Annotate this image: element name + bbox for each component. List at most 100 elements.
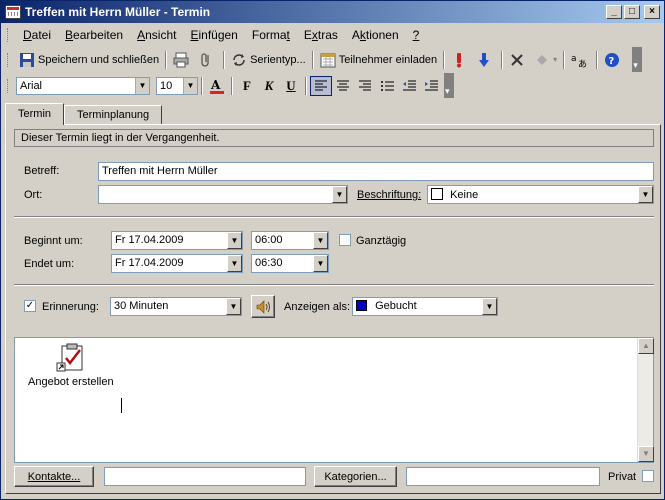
paperclip-icon: [198, 52, 214, 68]
outdent-icon: [403, 80, 416, 90]
translate-button[interactable]: aあ: [568, 50, 593, 70]
underline-button[interactable]: U: [280, 76, 302, 96]
decrease-indent-button[interactable]: [398, 76, 420, 96]
invite-attendees-button[interactable]: Teilnehmer einladen: [317, 50, 440, 70]
chevron-down-icon[interactable]: ▼: [313, 232, 328, 249]
calendar-icon: [5, 5, 21, 19]
categories-input[interactable]: [406, 467, 600, 486]
exclamation-icon: [451, 52, 467, 68]
toolbar-options[interactable]: [444, 73, 454, 98]
separator: [501, 50, 504, 69]
delete-button[interactable]: [506, 50, 531, 70]
italic-button[interactable]: K: [258, 76, 280, 96]
minimize-button[interactable]: _: [606, 5, 622, 19]
toolbar-grip[interactable]: [7, 28, 10, 42]
tab-termin[interactable]: Termin: [5, 103, 65, 125]
align-right-icon: [359, 80, 371, 90]
bullet-list-icon: [381, 80, 394, 91]
attachment-shortcut[interactable]: [55, 343, 87, 376]
menu-extras[interactable]: Extras: [297, 28, 345, 42]
separator: [231, 76, 233, 95]
help-icon: ?: [604, 52, 620, 68]
notes-scrollbar[interactable]: ▲ ▼: [637, 338, 654, 462]
separator: [443, 50, 446, 69]
font-name-select[interactable]: Arial ▼: [16, 76, 150, 95]
align-left-button[interactable]: [310, 75, 332, 96]
svg-text:A: A: [210, 78, 221, 92]
toolbar-grip[interactable]: [7, 78, 10, 93]
chevron-down-icon[interactable]: ▼: [227, 255, 242, 272]
showas-select[interactable]: Gebucht ▼: [352, 297, 498, 316]
font-color-icon: A: [210, 78, 224, 94]
font-color-button[interactable]: A: [206, 76, 228, 96]
menu-ansicht[interactable]: Ansicht: [130, 28, 183, 42]
svg-text:a: a: [571, 54, 577, 64]
label-select[interactable]: Keine ▼: [427, 185, 654, 204]
start-time-input[interactable]: 06:00 ▼: [251, 231, 329, 250]
reminder-checkbox[interactable]: ✓: [24, 300, 36, 312]
formatting-toolbar: Arial ▼ 10 ▼ A F K U: [1, 73, 664, 98]
scroll-up-icon[interactable]: ▲: [638, 338, 654, 354]
print-button[interactable]: [170, 50, 195, 70]
menu-einfuegen[interactable]: Einfügen: [183, 28, 244, 42]
chevron-down-icon: ▾: [553, 55, 558, 64]
private-label: Privat: [608, 471, 637, 483]
arrow-down-icon: [476, 52, 492, 68]
menu-bearbeiten[interactable]: Bearbeiten: [58, 28, 130, 42]
private-checkbox[interactable]: [642, 470, 654, 482]
recurrence-icon: [231, 52, 247, 68]
end-label: Endet um:: [24, 258, 75, 270]
reminder-select[interactable]: 30 Minuten ▼: [110, 297, 242, 316]
end-date-input[interactable]: Fr 17.04.2009 ▼: [111, 254, 243, 273]
reminder-sound-button[interactable]: [251, 295, 275, 318]
chevron-down-icon[interactable]: ▼: [227, 232, 242, 249]
attachment-label: Angebot erstellen: [28, 376, 114, 388]
diamond-icon: [534, 52, 550, 68]
toolbar-grip[interactable]: [7, 52, 10, 67]
appointment-window: Treffen mit Herrn Müller - Termin _ □ × …: [0, 0, 665, 500]
bullets-button[interactable]: [376, 76, 398, 96]
move-button[interactable]: ▾: [531, 50, 560, 70]
subject-input[interactable]: Treffen mit Herrn Müller: [98, 162, 654, 181]
bold-button[interactable]: F: [236, 76, 258, 96]
categories-button[interactable]: Kategorien...: [314, 466, 397, 487]
attach-button[interactable]: [195, 50, 220, 70]
font-size-select[interactable]: 10 ▼: [156, 76, 198, 95]
chevron-down-icon[interactable]: ▼: [226, 298, 241, 315]
align-right-button[interactable]: [354, 76, 376, 96]
end-time-input[interactable]: 06:30 ▼: [251, 254, 329, 273]
chevron-down-icon[interactable]: ▼: [313, 255, 328, 272]
save-close-button[interactable]: Speichern und schließen: [16, 50, 162, 70]
separator: [165, 50, 168, 69]
menu-format[interactable]: Format: [245, 28, 297, 42]
low-importance-button[interactable]: [473, 50, 498, 70]
separator: [223, 50, 226, 69]
recurrence-button[interactable]: Serientyp...: [228, 50, 309, 70]
help-button[interactable]: ?: [601, 50, 626, 70]
delete-x-icon: [509, 52, 525, 68]
location-input[interactable]: ▼: [98, 185, 348, 204]
high-importance-button[interactable]: [448, 50, 473, 70]
contacts-button[interactable]: Kontakte...: [14, 466, 94, 487]
increase-indent-button[interactable]: [420, 76, 442, 96]
chevron-down-icon[interactable]: ▼: [638, 186, 653, 203]
menu-aktionen[interactable]: Aktionen: [345, 28, 406, 42]
maximize-button[interactable]: □: [624, 5, 640, 19]
scroll-down-icon[interactable]: ▼: [638, 446, 654, 462]
separator: [596, 50, 599, 69]
menu-datei[interactable]: Datei: [16, 28, 58, 42]
contacts-input[interactable]: [104, 467, 306, 486]
allday-checkbox[interactable]: [339, 234, 351, 246]
notes-editor[interactable]: Angebot erstellen ▲ ▼: [14, 337, 654, 463]
tab-terminplanung[interactable]: Terminplanung: [64, 105, 163, 125]
align-center-icon: [337, 80, 349, 90]
menu-help[interactable]: ?: [406, 28, 427, 42]
invite-icon: [320, 52, 336, 68]
start-date-input[interactable]: Fr 17.04.2009 ▼: [111, 231, 243, 250]
chevron-down-icon[interactable]: ▼: [332, 186, 347, 203]
align-center-button[interactable]: [332, 76, 354, 96]
svg-text:あ: あ: [578, 59, 587, 68]
toolbar-options[interactable]: [632, 47, 643, 72]
close-button[interactable]: ×: [644, 5, 660, 19]
chevron-down-icon[interactable]: ▼: [482, 298, 497, 315]
